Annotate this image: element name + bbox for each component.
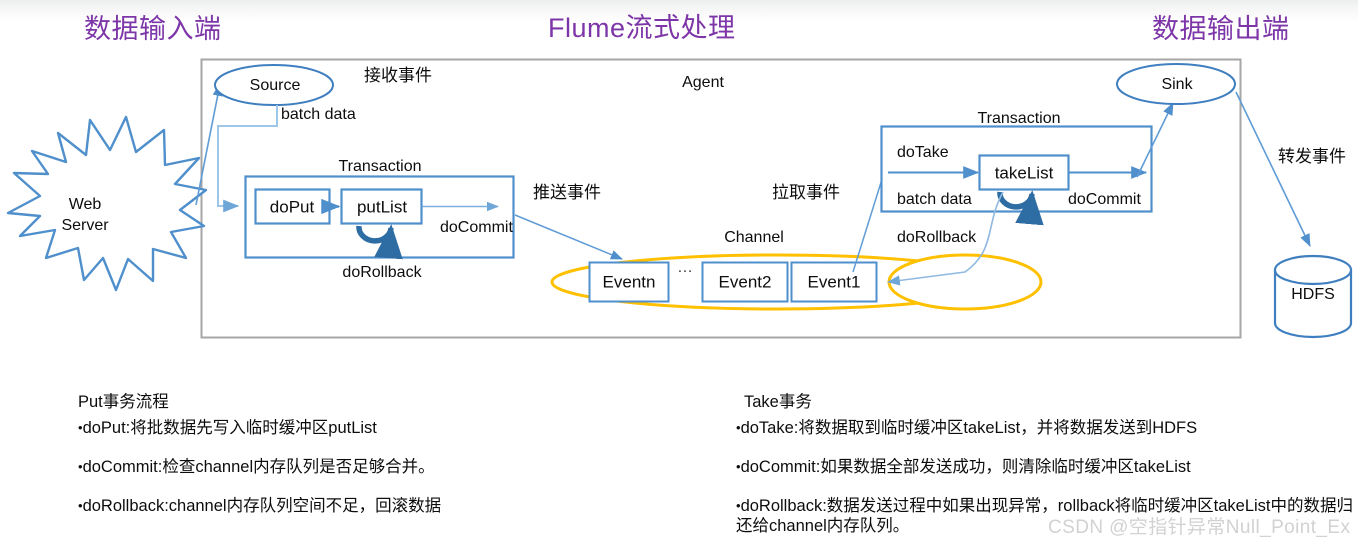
- put-note-text: doPut:将批数据先写入临时缓冲区putList: [82, 418, 377, 437]
- sink-to-hdfs-arrow: [1235, 91, 1311, 247]
- hdfs-label: HDFS: [1291, 286, 1335, 303]
- forward-event-label: 转发事件: [1278, 147, 1346, 166]
- take-note-item: •doTake:将数据取到临时缓冲区takeList，并将数据发送到HDFS: [736, 418, 1356, 438]
- take-note-item: •doCommit:如果数据全部发送成功，则清除临时缓冲区takeList: [736, 457, 1356, 477]
- put-dorollback-label: doRollback: [342, 264, 422, 281]
- put-note-text: doRollback:channel内存队列空间不足，回滚数据: [82, 496, 442, 515]
- put-note-text: doCommit:检查channel内存队列是否足够合并。: [82, 457, 435, 476]
- receive-event-label: 接收事件: [364, 66, 432, 85]
- web-server-shape: [6, 115, 208, 292]
- take-notes-title: Take事务: [744, 393, 812, 411]
- push-event-label: 推送事件: [533, 183, 601, 202]
- put-note-item: •doPut:将批数据先写入临时缓冲区putList: [78, 418, 718, 438]
- put-note-item: •doRollback:channel内存队列空间不足，回滚数据: [78, 496, 718, 516]
- take-note-text: doTake:将数据取到临时缓冲区takeList，并将数据发送到HDFS: [740, 418, 1198, 437]
- slide-canvas: 数据输入端 Flume流式处理 数据输出端 Agent Source Sink …: [0, 0, 1358, 543]
- pull-event-label: 拉取事件: [772, 183, 840, 202]
- put-notes-title: Put事务流程: [78, 393, 169, 411]
- agent-label: Agent: [682, 74, 724, 91]
- take-batch-data-label: batch data: [897, 191, 972, 208]
- source-label: Source: [249, 77, 301, 94]
- web-server-label-line2: Server: [61, 217, 109, 234]
- put-note-item: •doCommit:检查channel内存队列是否足够合并。: [78, 457, 718, 477]
- event-label-event1: Event1: [807, 272, 861, 292]
- events-ellipsis: …: [677, 259, 693, 276]
- do-put-label: doPut: [269, 197, 315, 217]
- put-transaction-title: Transaction: [338, 158, 422, 175]
- event-label-eventn: Eventn: [602, 272, 656, 292]
- csdn-watermark: CSDN @空指针异常Null_Point_Ex: [1048, 517, 1351, 538]
- take-transaction-title: Transaction: [977, 110, 1061, 127]
- put-transaction-notes: Put事务流程 •doPut:将批数据先写入临时缓冲区putList •doCo…: [78, 394, 718, 516]
- take-list-label: takeList: [994, 163, 1054, 183]
- take-docommit-label: doCommit: [1068, 191, 1141, 208]
- take-dorollback-label: doRollback: [897, 229, 977, 246]
- channel-right-ellipse: [887, 253, 1043, 311]
- sink-label: Sink: [1161, 76, 1193, 93]
- put-list-label: putList: [356, 197, 408, 217]
- event-label-event2: Event2: [718, 272, 772, 292]
- batch-data-label: batch data: [281, 106, 356, 123]
- web-server-label-line1: Web: [68, 196, 102, 213]
- do-take-label: doTake: [897, 144, 949, 161]
- put-docommit-label: doCommit: [440, 219, 513, 236]
- take-note-text: doCommit:如果数据全部发送成功，则清除临时缓冲区takeList: [740, 457, 1191, 476]
- channel-label: Channel: [724, 229, 784, 246]
- flume-architecture-diagram: [6, 58, 1353, 339]
